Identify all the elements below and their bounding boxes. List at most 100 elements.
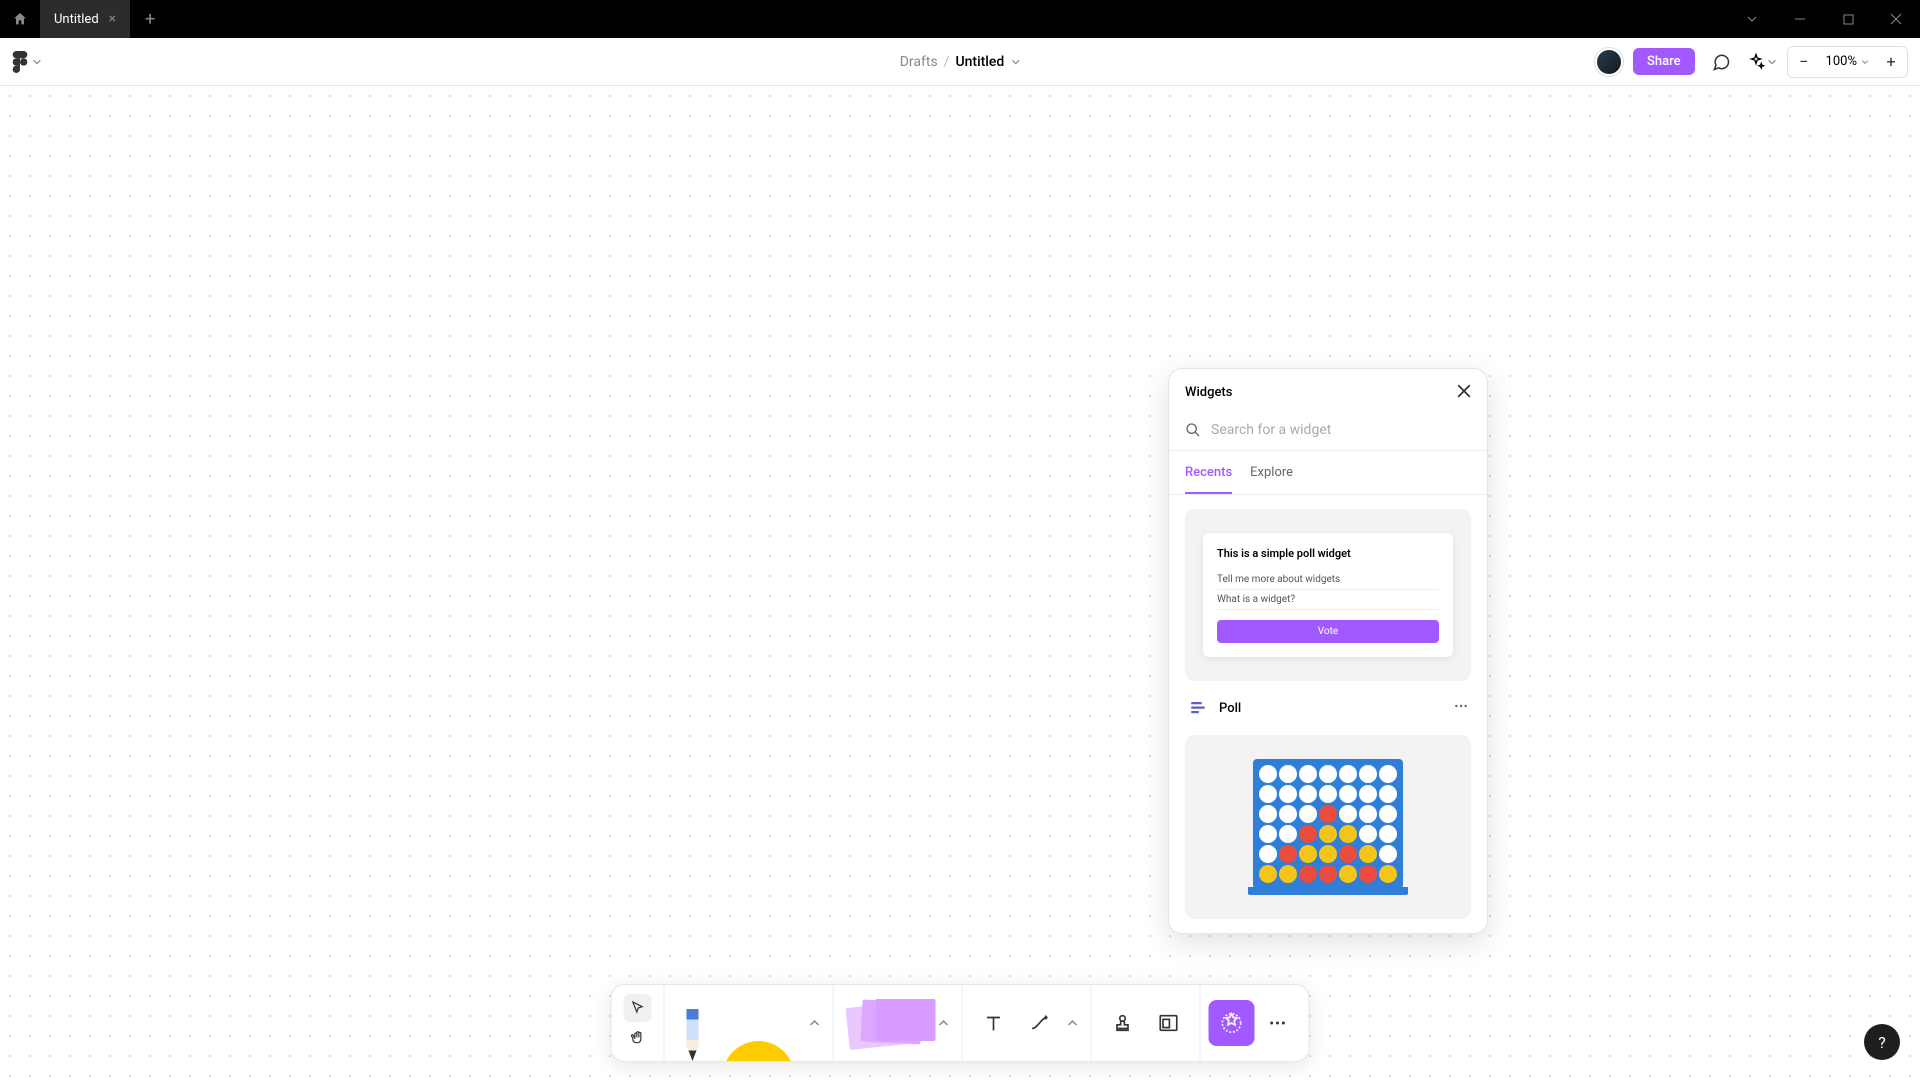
widgets-search <box>1169 416 1487 451</box>
pencil-tool[interactable] <box>673 1009 713 1061</box>
tab-untitled[interactable]: Untitled × <box>40 0 130 38</box>
text-icon <box>983 1012 1005 1034</box>
window-controls <box>1728 0 1920 38</box>
pencil-icon <box>683 1009 703 1061</box>
circle-icon <box>723 1041 795 1061</box>
widget-name-label: Poll <box>1219 701 1443 716</box>
breadcrumb-file[interactable]: Untitled <box>955 54 1004 70</box>
chevron-down-icon <box>1861 58 1869 66</box>
tool-section-sticky <box>833 985 962 1061</box>
tab-explore[interactable]: Explore <box>1250 465 1293 494</box>
widget-preview-poll[interactable]: This is a simple poll widget Tell me mor… <box>1185 509 1471 681</box>
section-icon <box>1158 1012 1180 1034</box>
header-actions: Share − 100% + <box>1595 46 1908 78</box>
widgets-panel-header: Widgets <box>1169 369 1487 416</box>
sparkle-icon <box>1747 53 1765 71</box>
poll-preview-card: This is a simple poll widget Tell me mor… <box>1203 533 1453 657</box>
ai-actions-button[interactable] <box>1747 53 1777 71</box>
zoom-value[interactable]: 100% <box>1820 54 1875 69</box>
tool-section-text <box>962 985 1091 1061</box>
chevron-up-icon <box>1067 1017 1079 1029</box>
widgets-panel-close-button[interactable] <box>1457 383 1471 402</box>
widgets-panel-title: Widgets <box>1185 385 1232 400</box>
more-tools-button[interactable] <box>1255 1000 1301 1046</box>
chevron-down-icon <box>32 57 42 67</box>
chevron-down-icon <box>1767 57 1777 67</box>
more-icon <box>1268 1013 1288 1033</box>
tab-recents[interactable]: Recents <box>1185 465 1232 494</box>
hand-tool[interactable] <box>624 1024 652 1052</box>
widget-more-button[interactable] <box>1453 698 1469 718</box>
chevron-up-icon <box>938 1017 950 1029</box>
stamp-tool[interactable] <box>1100 1000 1146 1046</box>
breadcrumb-folder[interactable]: Drafts <box>900 54 938 70</box>
app-header: Drafts / Untitled Share − 100% + <box>0 38 1920 86</box>
avatar[interactable] <box>1595 48 1623 76</box>
breadcrumb-separator: / <box>944 54 950 70</box>
hand-icon <box>630 1030 646 1046</box>
sticky-icon <box>848 999 928 1047</box>
window-menu-button[interactable] <box>1728 0 1776 38</box>
tool-section-select <box>612 985 664 1061</box>
widgets-body: This is a simple poll widget Tell me mor… <box>1169 494 1487 933</box>
poll-option: Tell me more about widgets <box>1217 570 1439 590</box>
widget-icon <box>1221 1012 1243 1034</box>
zoom-in-button[interactable]: + <box>1875 47 1907 77</box>
new-tab-button[interactable]: + <box>130 0 170 38</box>
breadcrumb: Drafts / Untitled <box>900 54 1021 70</box>
tab-close-icon[interactable]: × <box>109 11 116 27</box>
poll-vote-button: Vote <box>1217 620 1439 643</box>
comments-button[interactable] <box>1705 46 1737 78</box>
widget-row-poll[interactable]: Poll <box>1185 693 1471 723</box>
home-button[interactable] <box>0 0 40 38</box>
search-icon <box>1185 422 1201 438</box>
connect4-base <box>1248 887 1408 895</box>
widget-preview-connect4[interactable] <box>1185 735 1471 919</box>
draw-more-button[interactable] <box>805 1000 825 1046</box>
help-button[interactable]: ? <box>1864 1024 1900 1060</box>
help-icon: ? <box>1878 1033 1886 1052</box>
widgets-tool[interactable] <box>1209 1000 1255 1046</box>
poll-icon <box>1187 697 1209 719</box>
tab-label: Untitled <box>54 12 99 27</box>
close-button[interactable] <box>1872 0 1920 38</box>
connect4-board <box>1253 759 1403 889</box>
connector-icon <box>1029 1012 1051 1034</box>
shape-tool[interactable] <box>713 1009 805 1061</box>
zoom-controls: − 100% + <box>1787 46 1908 78</box>
zoom-label: 100% <box>1826 54 1857 69</box>
section-tool[interactable] <box>1146 1000 1192 1046</box>
figma-logo-icon <box>12 51 28 73</box>
widgets-search-input[interactable] <box>1211 422 1471 438</box>
chevron-up-icon <box>809 1017 821 1029</box>
home-icon <box>12 11 28 27</box>
maximize-button[interactable] <box>1824 0 1872 38</box>
poll-preview-title: This is a simple poll widget <box>1217 547 1439 560</box>
close-icon <box>1457 384 1471 398</box>
share-button[interactable]: Share <box>1633 48 1695 75</box>
figma-menu-button[interactable] <box>12 51 42 73</box>
bottom-toolbar <box>611 984 1310 1062</box>
chevron-down-icon[interactable] <box>1010 57 1020 67</box>
titlebar: Untitled × + <box>0 0 1920 38</box>
poll-option: What is a widget? <box>1217 590 1439 610</box>
move-tool[interactable] <box>624 994 652 1022</box>
titlebar-left: Untitled × + <box>0 0 170 38</box>
comment-icon <box>1711 52 1731 72</box>
tool-section-content <box>1091 985 1200 1061</box>
tool-section-draw <box>664 985 833 1061</box>
sticky-note-tool[interactable] <box>842 999 934 1047</box>
widgets-tabs: Recents Explore <box>1169 451 1487 494</box>
connector-more-button[interactable] <box>1063 1000 1083 1046</box>
text-tool[interactable] <box>971 1000 1017 1046</box>
more-icon <box>1453 698 1469 714</box>
cursor-icon <box>630 1000 646 1016</box>
zoom-out-button[interactable]: − <box>1788 47 1820 77</box>
tool-section-widgets <box>1200 985 1309 1061</box>
widgets-panel: Widgets Recents Explore This is a simple… <box>1168 368 1488 934</box>
canvas[interactable] <box>0 86 1920 1080</box>
stamp-icon <box>1112 1012 1134 1034</box>
sticky-more-button[interactable] <box>934 1000 954 1046</box>
minimize-button[interactable] <box>1776 0 1824 38</box>
connector-tool[interactable] <box>1017 1000 1063 1046</box>
